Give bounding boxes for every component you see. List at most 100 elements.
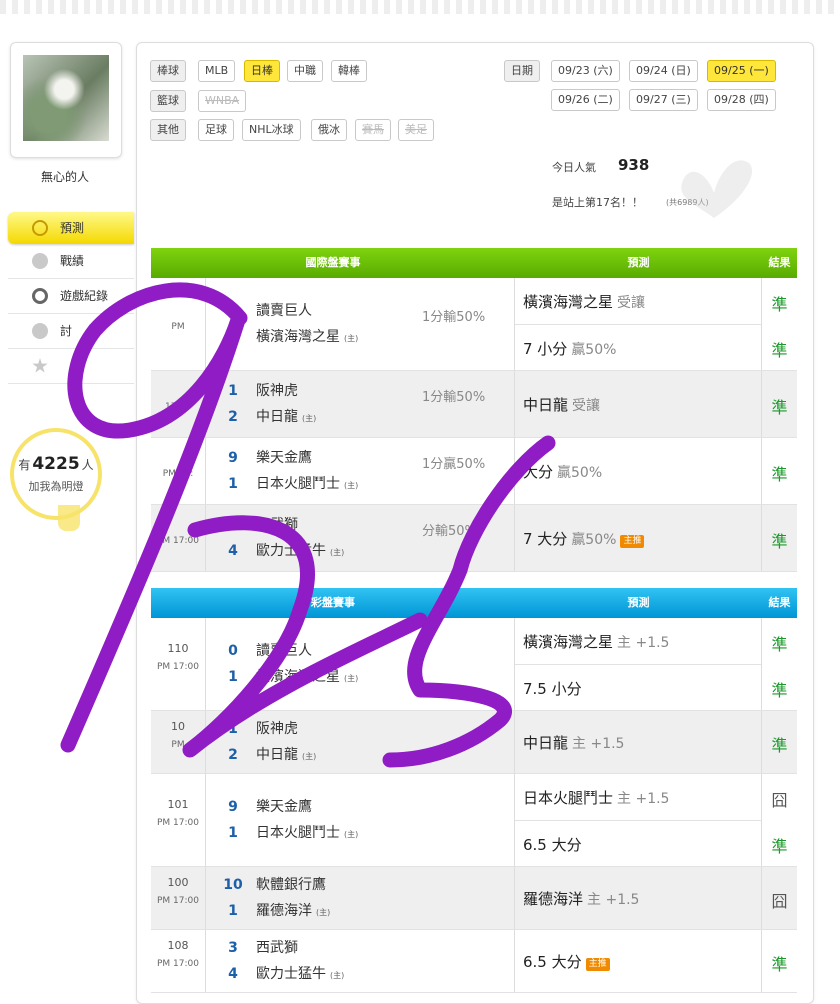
team-name-text: 阪神虎 [256,721,298,737]
team-line[interactable]: 3 西武獅 [206,937,514,959]
sidebar-item-game-log[interactable]: 遊戲紀錄 [8,279,134,314]
filter-nhl[interactable]: NHL冰球 [242,119,301,141]
light-prefix: 有 [18,458,31,472]
prediction-detail: 贏50% [557,465,603,481]
team-name-text: 讀賣巨人 [256,643,312,659]
prediction-text: 7 小分 贏50% [523,338,616,359]
prediction-slot[interactable]: 7 小分 贏50% [515,324,761,371]
team-line[interactable]: 2 中日龍 (主) [206,744,514,766]
result-mark: 準 [771,681,788,700]
team-line[interactable]: 4 歐力士猛牛 (主) [206,540,514,562]
table-row[interactable]: 108 PM 17:00 3 西武獅 4 歐力士猛牛 (主) 6.5 大分 主推 準 [151,930,797,993]
team-name-text: 歐力士猛牛 [256,543,326,559]
team-name-text: 橫濱海灣之星 [256,669,340,685]
prediction-slot[interactable]: 中日龍 受讓 [515,371,761,437]
team-line[interactable]: 1 阪神虎 [206,718,514,740]
date-0925[interactable]: 09/25 (一) [707,60,776,82]
prediction-slot[interactable]: 羅德海洋主 +1.5 [515,867,761,929]
table-row[interactable]: PM 17:00 3 西武獅 4 歐力士猛牛 (主) 分輸50% 7 大分 贏50% 主推 準 [151,505,797,572]
result-cell: 準準 [762,278,797,370]
header-matches: 國際盤賽事 [305,256,361,269]
team-name-text: 阪神虎 [256,383,298,399]
filter-wnba[interactable]: WNBA [198,90,247,112]
team-line[interactable]: 1 日本火腿鬥士 (主) [206,822,514,844]
prediction-cell: 7 大分 贏50% 主推 [515,505,762,571]
result-cell: 準 [762,711,797,773]
table-row[interactable]: PM 0 讀賣巨人 1 橫濱海灣之星 (主) 1分輸50% 橫濱海灣之星 受讓 7 小分 贏50% 準… [151,278,797,371]
date-0927[interactable]: 09/27 (三) [629,89,698,111]
prediction-pick: 7.5 小分 [523,680,582,698]
team-line[interactable]: 2 中日龍 (主) [206,406,514,428]
prediction-detail: 主 +1.5 [572,736,625,752]
date-0923[interactable]: 09/23 (六) [551,60,620,82]
prediction-slot[interactable]: 橫濱海灣之星主 +1.5 [515,618,761,664]
filter-mlb[interactable]: MLB [198,60,236,82]
team-name: 西武獅 [256,937,298,959]
filter-npb[interactable]: 日棒 [244,60,280,82]
prediction-pick: 7 大分 [523,530,568,548]
intl-table: 國際盤賽事 預測 結果 PM 0 讀賣巨人 1 橫濱海灣之星 (主) 1分輸50% 橫濱海灣之… [151,248,797,572]
table-row[interactable]: PM 17: 9 樂天金鷹 1 日本火腿鬥士 (主) 1分贏50% 大分 贏50% 準 [151,438,797,505]
prediction-slot[interactable]: 6.5 大分 [515,820,761,867]
team-line[interactable]: 0 讀賣巨人 [206,640,514,662]
result-mark: 囧 [771,791,788,810]
filter-nfl[interactable]: 美足 [398,119,434,141]
team-line[interactable]: 1 日本火腿鬥士 (主) [206,473,514,495]
team-line[interactable]: 1 橫濱海灣之星 (主) [206,326,514,348]
date-0926[interactable]: 09/26 (二) [551,89,620,111]
prediction-detail: 贏50% [571,532,617,548]
team-line[interactable]: 9 樂天金鷹 [206,796,514,818]
team-line[interactable]: 1 橫濱海灣之星 (主) [206,666,514,688]
prediction-text: 橫濱海灣之星 受讓 [523,291,645,312]
filter-khl[interactable]: 俄冰 [311,119,347,141]
prediction-slot[interactable]: 6.5 大分 主推 [515,930,761,992]
avatar[interactable] [23,55,109,141]
filter-kbo[interactable]: 韓棒 [331,60,367,82]
prediction-pick: 7 小分 [523,340,568,358]
team-name: 西武獅 [256,514,298,536]
team-score: 10 [223,877,243,893]
light-count: 4225 [32,454,80,474]
prediction-cell: 6.5 大分 主推 [515,930,762,992]
filter-soccer[interactable]: 足球 [198,119,234,141]
sidebar-item-discuss[interactable]: 討 [8,314,134,349]
prediction-cell: 日本火腿鬥士主 +1.5 6.5 大分 [515,774,762,866]
handicap-odds: 1分輸50% [422,310,486,325]
table-row[interactable]: 100 PM 17:00 10 軟體銀行鷹 1 羅德海洋 (主) 羅德海洋主 +1.5 囧 [151,867,797,930]
team-line[interactable]: 4 歐力士猛牛 (主) [206,963,514,985]
team-name: 樂天金鷹 [256,796,312,818]
prediction-text: 7.5 小分 [523,678,582,699]
result-cell: 準 [762,505,797,571]
sidebar-item-predict[interactable]: 預測 [8,212,134,244]
prediction-slot[interactable]: 日本火腿鬥士主 +1.5 [515,774,761,820]
chart-icon [32,253,48,269]
table-row[interactable]: 110 PM 17:00 0 讀賣巨人 1 橫濱海灣之星 (主) 橫濱海灣之星主 +1.5 7.… [151,618,797,711]
filter-cpbl[interactable]: 中職 [287,60,323,82]
game-info-cell: 17:00 [151,371,206,437]
team-line[interactable]: 10 軟體銀行鷹 [206,874,514,896]
light-badge[interactable]: 有 4225 人 加我為明燈 [10,428,102,520]
prediction-slot[interactable]: 7.5 小分 [515,664,761,711]
filter-horse[interactable]: 賽馬 [355,119,391,141]
home-marker: (主) [330,548,345,557]
prediction-slot[interactable]: 橫濱海灣之星 受讓 [515,278,761,324]
prediction-text: 橫濱海灣之星主 +1.5 [523,631,669,652]
date-0928[interactable]: 09/28 (四) [707,89,776,111]
prediction-slot[interactable]: 大分 贏50% [515,438,761,504]
prediction-slot[interactable]: 7 大分 贏50% 主推 [515,505,761,571]
filter-category-basketball: 籃球 [150,90,186,112]
team-line[interactable]: 1 羅德海洋 (主) [206,900,514,922]
avatar-card[interactable] [10,42,122,158]
sidebar-item-record[interactable]: 戰績 [8,244,134,279]
team-score: 1 [228,669,238,685]
prediction-slot[interactable]: 中日龍主 +1.5 [515,711,761,773]
table-row[interactable]: 101 PM 17:00 9 樂天金鷹 1 日本火腿鬥士 (主) 日本火腿鬥士主 +1.5 6.… [151,774,797,867]
butterfly-decoration-icon [681,160,753,218]
sidebar-item-favorites[interactable] [8,349,134,384]
table-row[interactable]: 10 PM 1 阪神虎 2 中日龍 (主) 中日龍主 +1.5 準 [151,711,797,774]
username[interactable]: 無心的人 [0,168,130,185]
result-cell: 準 [762,371,797,437]
date-0924[interactable]: 09/24 (日) [629,60,698,82]
table-row[interactable]: 17:00 1 阪神虎 2 中日龍 (主) 1分輸50% 中日龍 受讓準 [151,371,797,438]
popularity-value: 938 [618,156,650,174]
